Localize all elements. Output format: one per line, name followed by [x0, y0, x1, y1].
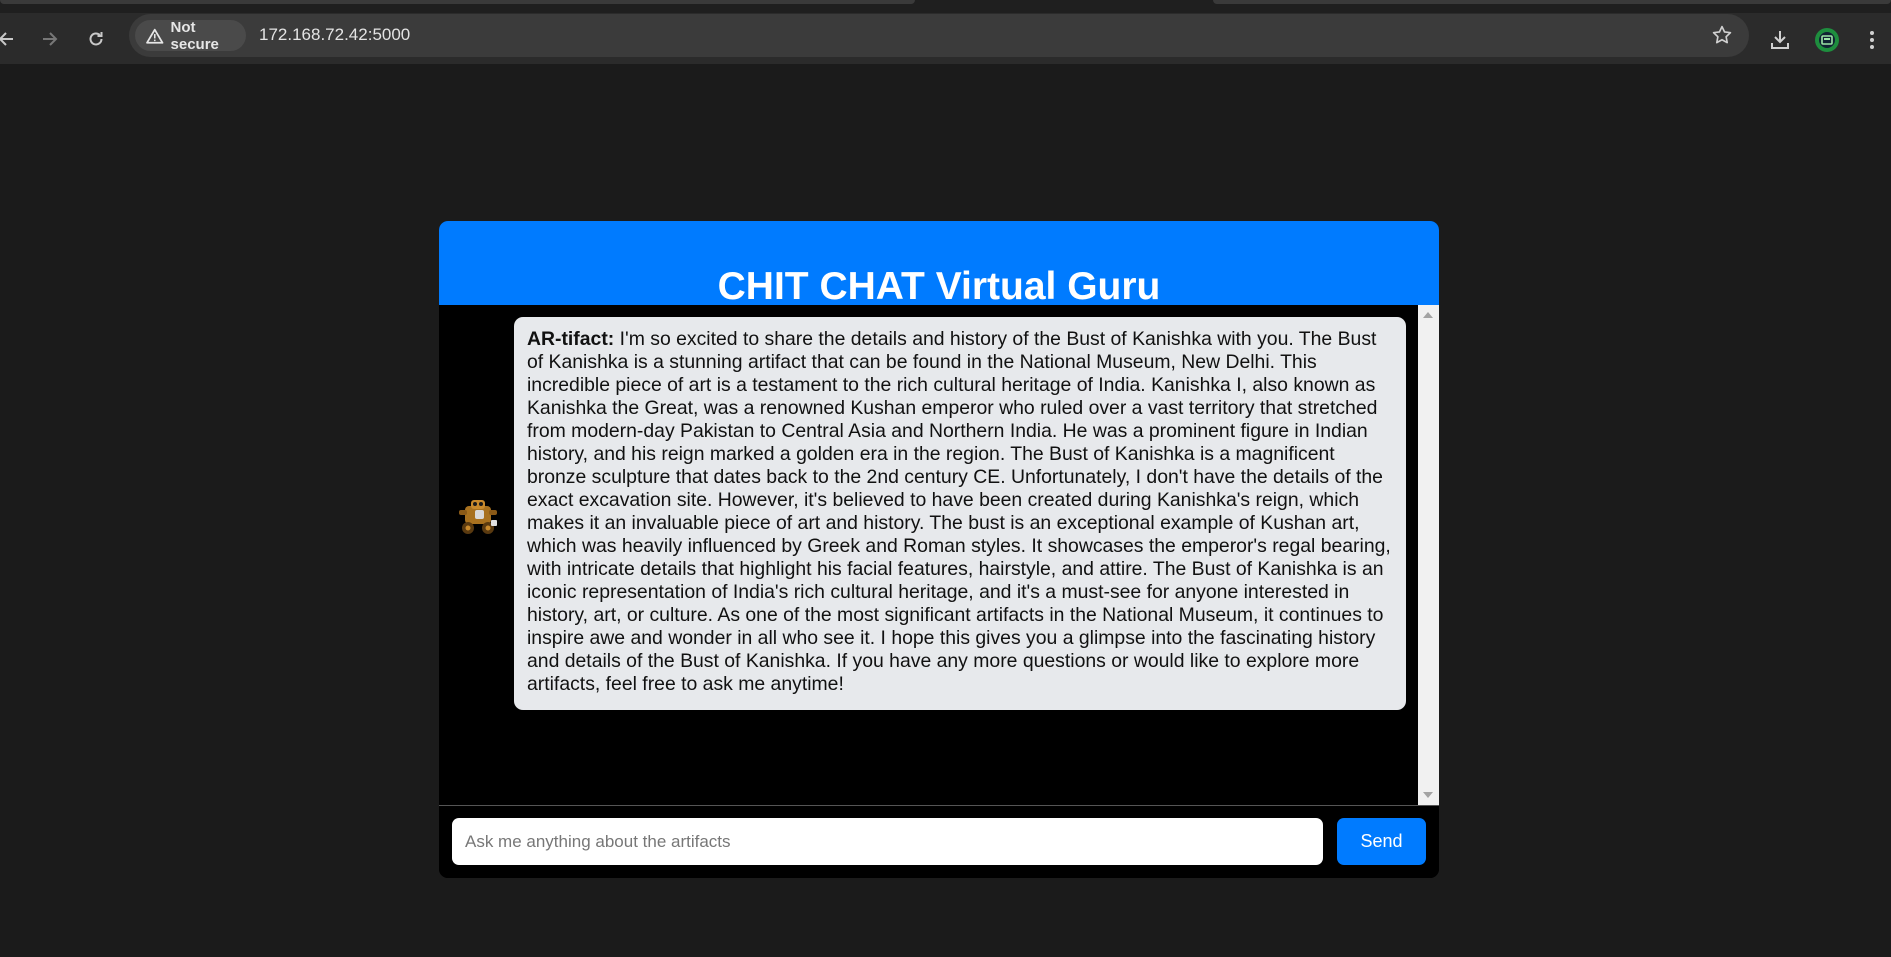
send-button[interactable]: Send [1337, 818, 1426, 865]
message-text: I'm so excited to share the details and … [527, 328, 1391, 695]
message-sender: AR-tifact: [527, 328, 615, 350]
browser-menu-button[interactable] [1857, 25, 1887, 55]
message-scrollbar[interactable] [1418, 305, 1439, 805]
security-chip[interactable]: Not secure [135, 18, 246, 53]
profile-avatar-icon [1815, 28, 1839, 52]
tab-edge [1213, 0, 1891, 4]
bot-avatar [453, 492, 503, 542]
message-list[interactable]: AR-tifact: I'm so excited to share the d… [439, 305, 1418, 805]
arrow-left-icon [0, 32, 13, 46]
address-bar[interactable]: Not secure 172.168.72.42:5000 [129, 14, 1749, 57]
reload-button[interactable] [82, 25, 110, 53]
browser-toolbar: Not secure 172.168.72.42:5000 [0, 13, 1891, 64]
downloads-button[interactable] [1765, 25, 1795, 55]
chat-input[interactable] [452, 818, 1323, 865]
warning-icon [146, 28, 164, 44]
tab-edge [0, 0, 915, 4]
chat-input-row: Send [439, 806, 1439, 878]
arrow-right-icon [43, 32, 58, 46]
tab-strip [0, 0, 1891, 13]
scroll-down-arrow-icon[interactable] [1423, 792, 1433, 798]
chat-header: CHIT CHAT Virtual Guru [439, 221, 1439, 305]
back-button[interactable] [0, 25, 20, 53]
artifact-robot-icon [459, 500, 497, 534]
forward-button[interactable] [36, 25, 64, 53]
star-icon [1712, 25, 1732, 44]
more-vertical-icon [1870, 31, 1874, 49]
url-text[interactable]: 172.168.72.42:5000 [259, 25, 410, 45]
chat-container: CHIT CHAT Virtual Guru AR-tifact: I'm so… [439, 221, 1439, 878]
bookmark-button[interactable] [1711, 24, 1733, 51]
scroll-up-arrow-icon[interactable] [1423, 312, 1433, 318]
download-icon [1771, 31, 1789, 49]
security-label: Not secure [170, 18, 219, 53]
profile-button[interactable] [1812, 25, 1842, 55]
bot-message: AR-tifact: I'm so excited to share the d… [514, 317, 1406, 710]
reload-icon [89, 32, 103, 46]
chat-title: CHIT CHAT Virtual Guru [717, 265, 1161, 305]
